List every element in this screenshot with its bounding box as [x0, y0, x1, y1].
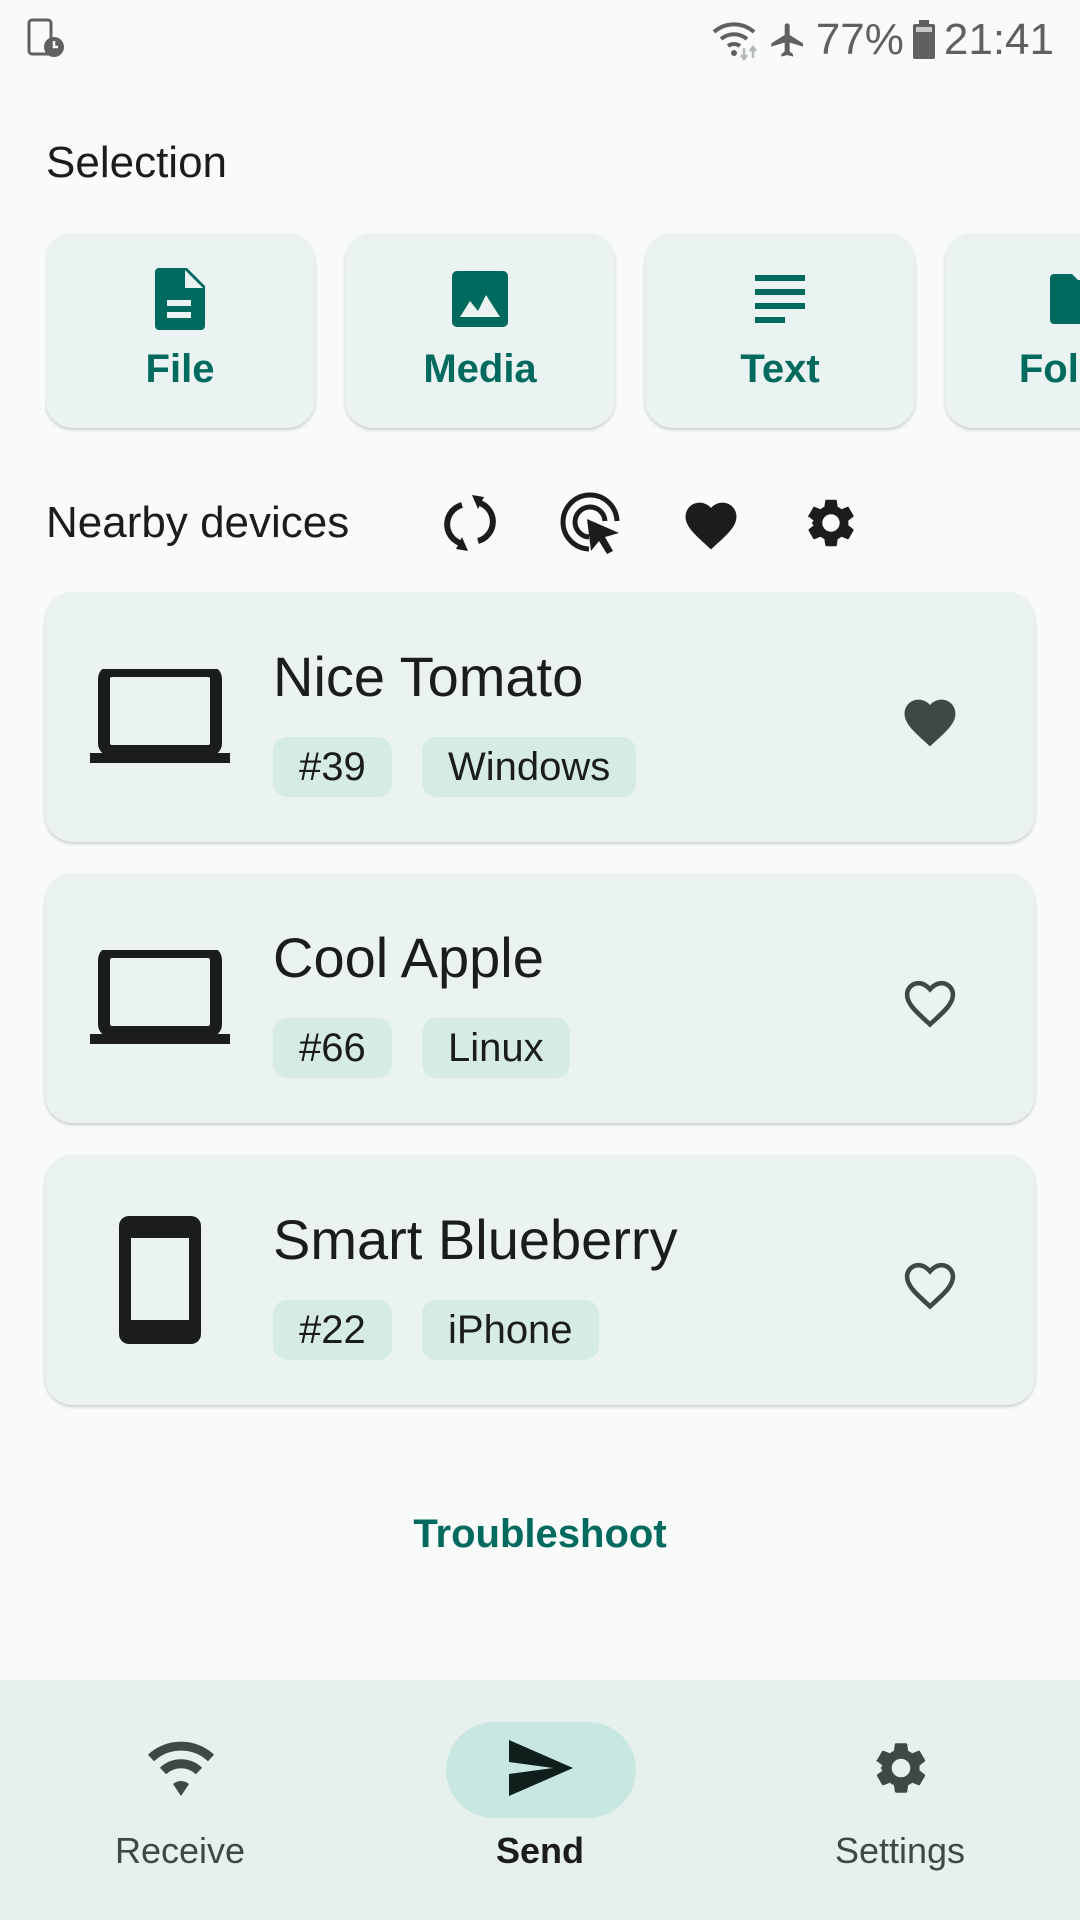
bottom-navigation: Receive Send Settings — [0, 1680, 1080, 1920]
nav-settings[interactable]: Settings — [720, 1680, 1080, 1920]
select-folder-label: Folder — [1018, 347, 1080, 391]
select-text-button[interactable]: Text — [645, 233, 915, 428]
airplane-mode-icon — [768, 18, 808, 62]
nav-receive-pill — [86, 1722, 276, 1818]
status-bar: 77% 21:41 — [0, 0, 1080, 80]
wifi-icon — [147, 1740, 215, 1801]
battery-icon — [912, 20, 936, 60]
selection-options: File Media Text Folder — [45, 233, 1080, 433]
favorite-toggle[interactable] — [895, 687, 965, 757]
nav-send[interactable]: Send — [360, 1680, 720, 1920]
device-id-chip: #66 — [273, 1018, 392, 1078]
battery-percent: 77% — [815, 15, 904, 64]
refresh-button[interactable] — [435, 490, 505, 560]
gear-icon — [870, 1737, 932, 1804]
select-media-button[interactable]: Media — [345, 233, 615, 428]
device-name: Cool Apple — [273, 926, 544, 989]
device-name: Nice Tomato — [273, 645, 584, 708]
send-icon — [509, 1739, 573, 1801]
device-id-chip: #39 — [273, 737, 392, 797]
device-card[interactable]: Smart Blueberry #22 iPhone — [45, 1155, 1035, 1405]
device-os-chip: Windows — [422, 737, 637, 797]
nav-receive-label: Receive — [114, 1830, 246, 1871]
selection-title: Selection — [46, 138, 228, 187]
select-media-label: Media — [423, 347, 537, 391]
device-os-chip: iPhone — [422, 1300, 599, 1360]
laptop-icon — [85, 662, 235, 772]
wifi-data-icon — [712, 18, 760, 62]
clock: 21:41 — [943, 15, 1054, 64]
nav-send-pill — [446, 1722, 636, 1818]
target-cursor-icon — [559, 491, 623, 560]
heart-filled-icon — [899, 692, 961, 753]
select-file-label: File — [145, 347, 215, 391]
select-file-button[interactable]: File — [45, 233, 315, 428]
file-icon — [150, 268, 210, 330]
device-id-chip: #22 — [273, 1300, 392, 1360]
heart-outline-icon — [899, 973, 961, 1034]
troubleshoot-button[interactable]: Troubleshoot — [0, 1512, 1080, 1557]
nav-settings-label: Settings — [834, 1830, 966, 1871]
gear-icon — [802, 494, 860, 557]
nearby-devices-title: Nearby devices — [46, 498, 350, 547]
laptop-icon — [85, 943, 235, 1053]
device-os-chip: Linux — [422, 1018, 570, 1078]
select-text-label: Text — [740, 347, 820, 391]
nearby-settings-button[interactable] — [796, 490, 866, 560]
device-name: Smart Blueberry — [273, 1208, 678, 1271]
device-card[interactable]: Cool Apple #66 Linux — [45, 873, 1035, 1123]
screen-timer-icon — [26, 18, 66, 58]
text-lines-icon — [750, 269, 810, 329]
favorite-toggle[interactable] — [895, 968, 965, 1038]
heart-outline-icon — [899, 1255, 961, 1316]
heart-icon — [680, 495, 742, 556]
manual-send-button[interactable] — [556, 490, 626, 560]
select-folder-button[interactable]: Folder — [945, 233, 1080, 428]
favorite-toggle[interactable] — [895, 1250, 965, 1320]
image-icon — [450, 269, 510, 329]
nav-settings-pill — [806, 1722, 996, 1818]
nav-send-label: Send — [495, 1830, 584, 1871]
folder-icon — [1050, 269, 1080, 329]
refresh-icon — [442, 493, 498, 558]
nav-receive[interactable]: Receive — [0, 1680, 360, 1920]
device-card[interactable]: Nice Tomato #39 Windows — [45, 592, 1035, 842]
favorites-button[interactable] — [676, 490, 746, 560]
nearby-devices-header: Nearby devices — [0, 490, 1080, 560]
phone-icon — [85, 1216, 235, 1344]
